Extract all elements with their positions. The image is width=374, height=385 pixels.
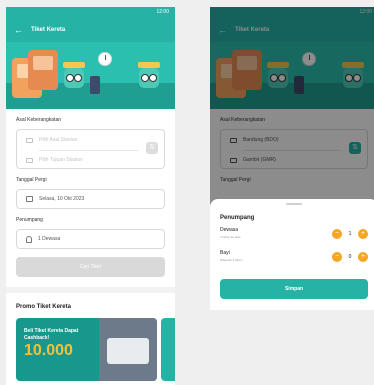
destination-station-input[interactable]: Pilih Tujuan Stasiun — [17, 150, 164, 170]
luggage-illustration — [90, 76, 100, 94]
sheet-handle[interactable] — [286, 203, 302, 205]
promo-card-next[interactable] — [161, 318, 175, 381]
promo-section-title: Promo Tiket Kereta — [16, 304, 71, 310]
swap-icon[interactable]: ⇅ — [146, 142, 158, 154]
infant-passenger-row: Bayi Dibawah 3 tahun − 0 + — [220, 250, 368, 270]
adult-passenger-row: Dewasa 3 tahun ke atas − 1 + — [220, 227, 368, 247]
passenger-input[interactable]: 1 Dewasa — [16, 229, 165, 249]
route-field: Pilih Asal Stasiun Pilih Tujuan Stasiun … — [16, 129, 165, 169]
destination-placeholder: Pilih Tujuan Stasiun — [39, 157, 83, 163]
promo-card-text: Beli Tiket Kereta Dapat Cashback! — [24, 328, 79, 341]
back-arrow-icon[interactable]: ← — [14, 25, 23, 35]
plus-icon[interactable]: + — [358, 229, 368, 239]
passenger-value: 1 Dewasa — [38, 236, 61, 242]
ticket-search-screen: 12:00 ← Tiket Kereta Asal Keberangkatan … — [6, 7, 175, 385]
search-form: Asal Keberangkatan Pilih Asal Stasiun Pi… — [6, 109, 175, 285]
calendar-icon — [26, 196, 33, 202]
adult-stepper: − 1 + — [332, 229, 368, 239]
page-title: Tiket Kereta — [31, 27, 66, 33]
passenger-bottom-sheet: Penumpang Dewasa 3 tahun ke atas − 1 + B… — [210, 199, 374, 310]
minus-icon[interactable]: − — [332, 229, 342, 239]
section-gap — [6, 287, 175, 293]
infant-stepper: − 0 + — [332, 252, 368, 262]
passenger-label: Penumpang — [16, 217, 43, 223]
route-label: Asal Keberangkatan — [16, 117, 62, 123]
app-bar: ← Tiket Kereta — [6, 18, 175, 42]
plus-icon[interactable]: + — [358, 252, 368, 262]
train-illustration — [99, 318, 157, 381]
status-time: 12:00 — [156, 9, 169, 15]
person-icon — [26, 235, 32, 243]
promo-card[interactable]: Beli Tiket Kereta Dapat Cashback! 10.000 — [16, 318, 157, 381]
hero-illustration — [6, 42, 175, 109]
origin-placeholder: Pilih Asal Stasiun — [39, 137, 78, 143]
save-button[interactable]: Simpan — [220, 279, 368, 299]
date-input[interactable]: Selasa, 10 Okt 2023 — [16, 189, 165, 209]
promo-card-amount: 10.000 — [24, 342, 73, 359]
minus-icon[interactable]: − — [332, 252, 342, 262]
clock-icon — [98, 52, 112, 66]
origin-station-input[interactable]: Pilih Asal Stasiun — [17, 130, 164, 150]
train-icon — [26, 137, 33, 143]
route-divider — [39, 150, 138, 151]
search-ticket-button[interactable]: Cari Tiket — [16, 257, 165, 277]
sheet-title: Penumpang — [220, 215, 255, 221]
infant-count: 0 — [348, 254, 352, 260]
ticket-machine-illustration-2 — [28, 50, 58, 90]
character-illustration — [64, 68, 84, 88]
train-icon — [26, 157, 33, 163]
date-label: Tanggal Pergi — [16, 177, 47, 183]
date-value: Selasa, 10 Okt 2023 — [39, 196, 85, 202]
adult-count: 1 — [348, 231, 352, 237]
passenger-picker-screen: 12:00 ← Tiket Kereta Asal Keberangkatan … — [210, 7, 374, 310]
status-bar: 12:00 — [6, 7, 175, 18]
character-illustration-2 — [139, 68, 159, 88]
